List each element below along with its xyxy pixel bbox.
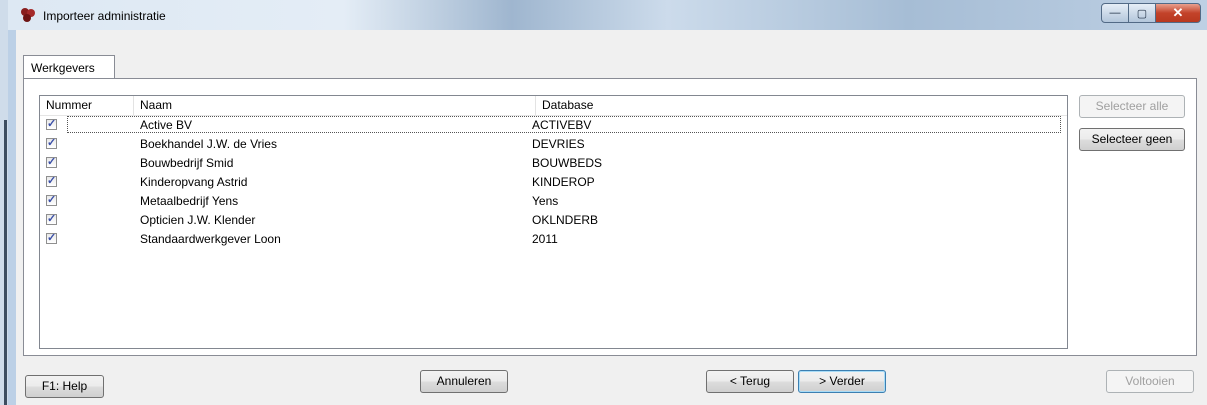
row-checkbox[interactable] bbox=[46, 174, 57, 187]
column-header-database[interactable]: Database bbox=[536, 96, 1067, 115]
cell-database: ACTIVEBV bbox=[532, 118, 592, 132]
row-checkbox[interactable] bbox=[46, 136, 57, 149]
table-row[interactable]: Boekhandel J.W. de Vries DEVRIES bbox=[40, 135, 1067, 153]
cell-naam: Metaalbedrijf Yens bbox=[140, 194, 239, 208]
row-checkbox[interactable] bbox=[46, 231, 57, 244]
cell-database: DEVRIES bbox=[532, 137, 585, 151]
cell-naam: Active BV bbox=[140, 118, 193, 132]
table-row[interactable]: Standaardwerkgever Loon 2011 bbox=[40, 230, 1067, 248]
row-checkbox[interactable] bbox=[46, 155, 57, 168]
select-all-button[interactable]: Selecteer alle bbox=[1079, 95, 1185, 118]
help-button[interactable]: F1: Help bbox=[25, 375, 104, 398]
title-bar[interactable]: Importeer administratie — ▢ ✕ bbox=[8, 0, 1207, 30]
minimize-icon: — bbox=[1109, 7, 1121, 19]
minimize-button[interactable]: — bbox=[1101, 3, 1129, 23]
background-window-edge bbox=[0, 0, 8, 405]
cell-database: BOUWBEDS bbox=[532, 156, 603, 170]
cell-naam: Opticien J.W. Klender bbox=[140, 213, 256, 227]
table-row[interactable]: Metaalbedrijf Yens Yens bbox=[40, 192, 1067, 210]
cancel-button[interactable]: Annuleren bbox=[420, 370, 508, 393]
close-button[interactable]: ✕ bbox=[1155, 3, 1201, 23]
table-row[interactable]: Bouwbedrijf Smid BOUWBEDS bbox=[40, 154, 1067, 172]
finish-button[interactable]: Voltooien bbox=[1106, 370, 1194, 393]
close-icon: ✕ bbox=[1172, 5, 1184, 20]
window-controls: — ▢ ✕ bbox=[1101, 3, 1201, 23]
next-button[interactable]: > Verder bbox=[798, 370, 886, 393]
cell-database: OKLNDERB bbox=[532, 213, 599, 227]
cell-naam: Standaardwerkgever Loon bbox=[140, 232, 281, 246]
row-checkbox[interactable] bbox=[46, 212, 57, 225]
cell-naam: Bouwbedrijf Smid bbox=[140, 156, 234, 170]
back-button[interactable]: < Terug bbox=[706, 370, 794, 393]
maximize-icon: ▢ bbox=[1136, 7, 1148, 20]
row-checkbox[interactable] bbox=[46, 117, 57, 130]
cell-database: Yens bbox=[532, 194, 559, 208]
background-window-stripe bbox=[4, 120, 7, 405]
werkgevers-list[interactable]: Nummer Naam Database Active BV ACTIVEBV … bbox=[39, 95, 1068, 349]
column-header-naam[interactable]: Naam bbox=[134, 96, 536, 115]
tab-label: Werkgevers bbox=[31, 61, 95, 75]
cell-naam: Boekhandel J.W. de Vries bbox=[140, 137, 277, 151]
table-row[interactable]: Kinderopvang Astrid KINDEROP bbox=[40, 173, 1067, 191]
cell-naam: Kinderopvang Astrid bbox=[140, 175, 248, 189]
select-none-button[interactable]: Selecteer geen bbox=[1079, 128, 1185, 151]
import-window: Importeer administratie — ▢ ✕ Werkgevers… bbox=[0, 0, 1207, 405]
app-icon bbox=[21, 8, 35, 22]
window-title: Importeer administratie bbox=[43, 9, 166, 23]
maximize-button[interactable]: ▢ bbox=[1129, 3, 1155, 23]
column-header-nummer[interactable]: Nummer bbox=[40, 96, 134, 115]
cell-database: KINDEROP bbox=[532, 175, 595, 189]
table-row[interactable]: Opticien J.W. Klender OKLNDERB bbox=[40, 211, 1067, 229]
table-row[interactable]: Active BV ACTIVEBV bbox=[40, 116, 1067, 134]
tab-werkgevers[interactable]: Werkgevers bbox=[23, 55, 115, 80]
tab-panel: Nummer Naam Database Active BV ACTIVEBV … bbox=[23, 78, 1197, 356]
list-header: Nummer Naam Database bbox=[40, 96, 1067, 116]
row-checkbox[interactable] bbox=[46, 193, 57, 206]
cell-database: 2011 bbox=[532, 232, 558, 246]
dialog-client-area: Werkgevers Nummer Naam Database Active B… bbox=[16, 30, 1207, 405]
